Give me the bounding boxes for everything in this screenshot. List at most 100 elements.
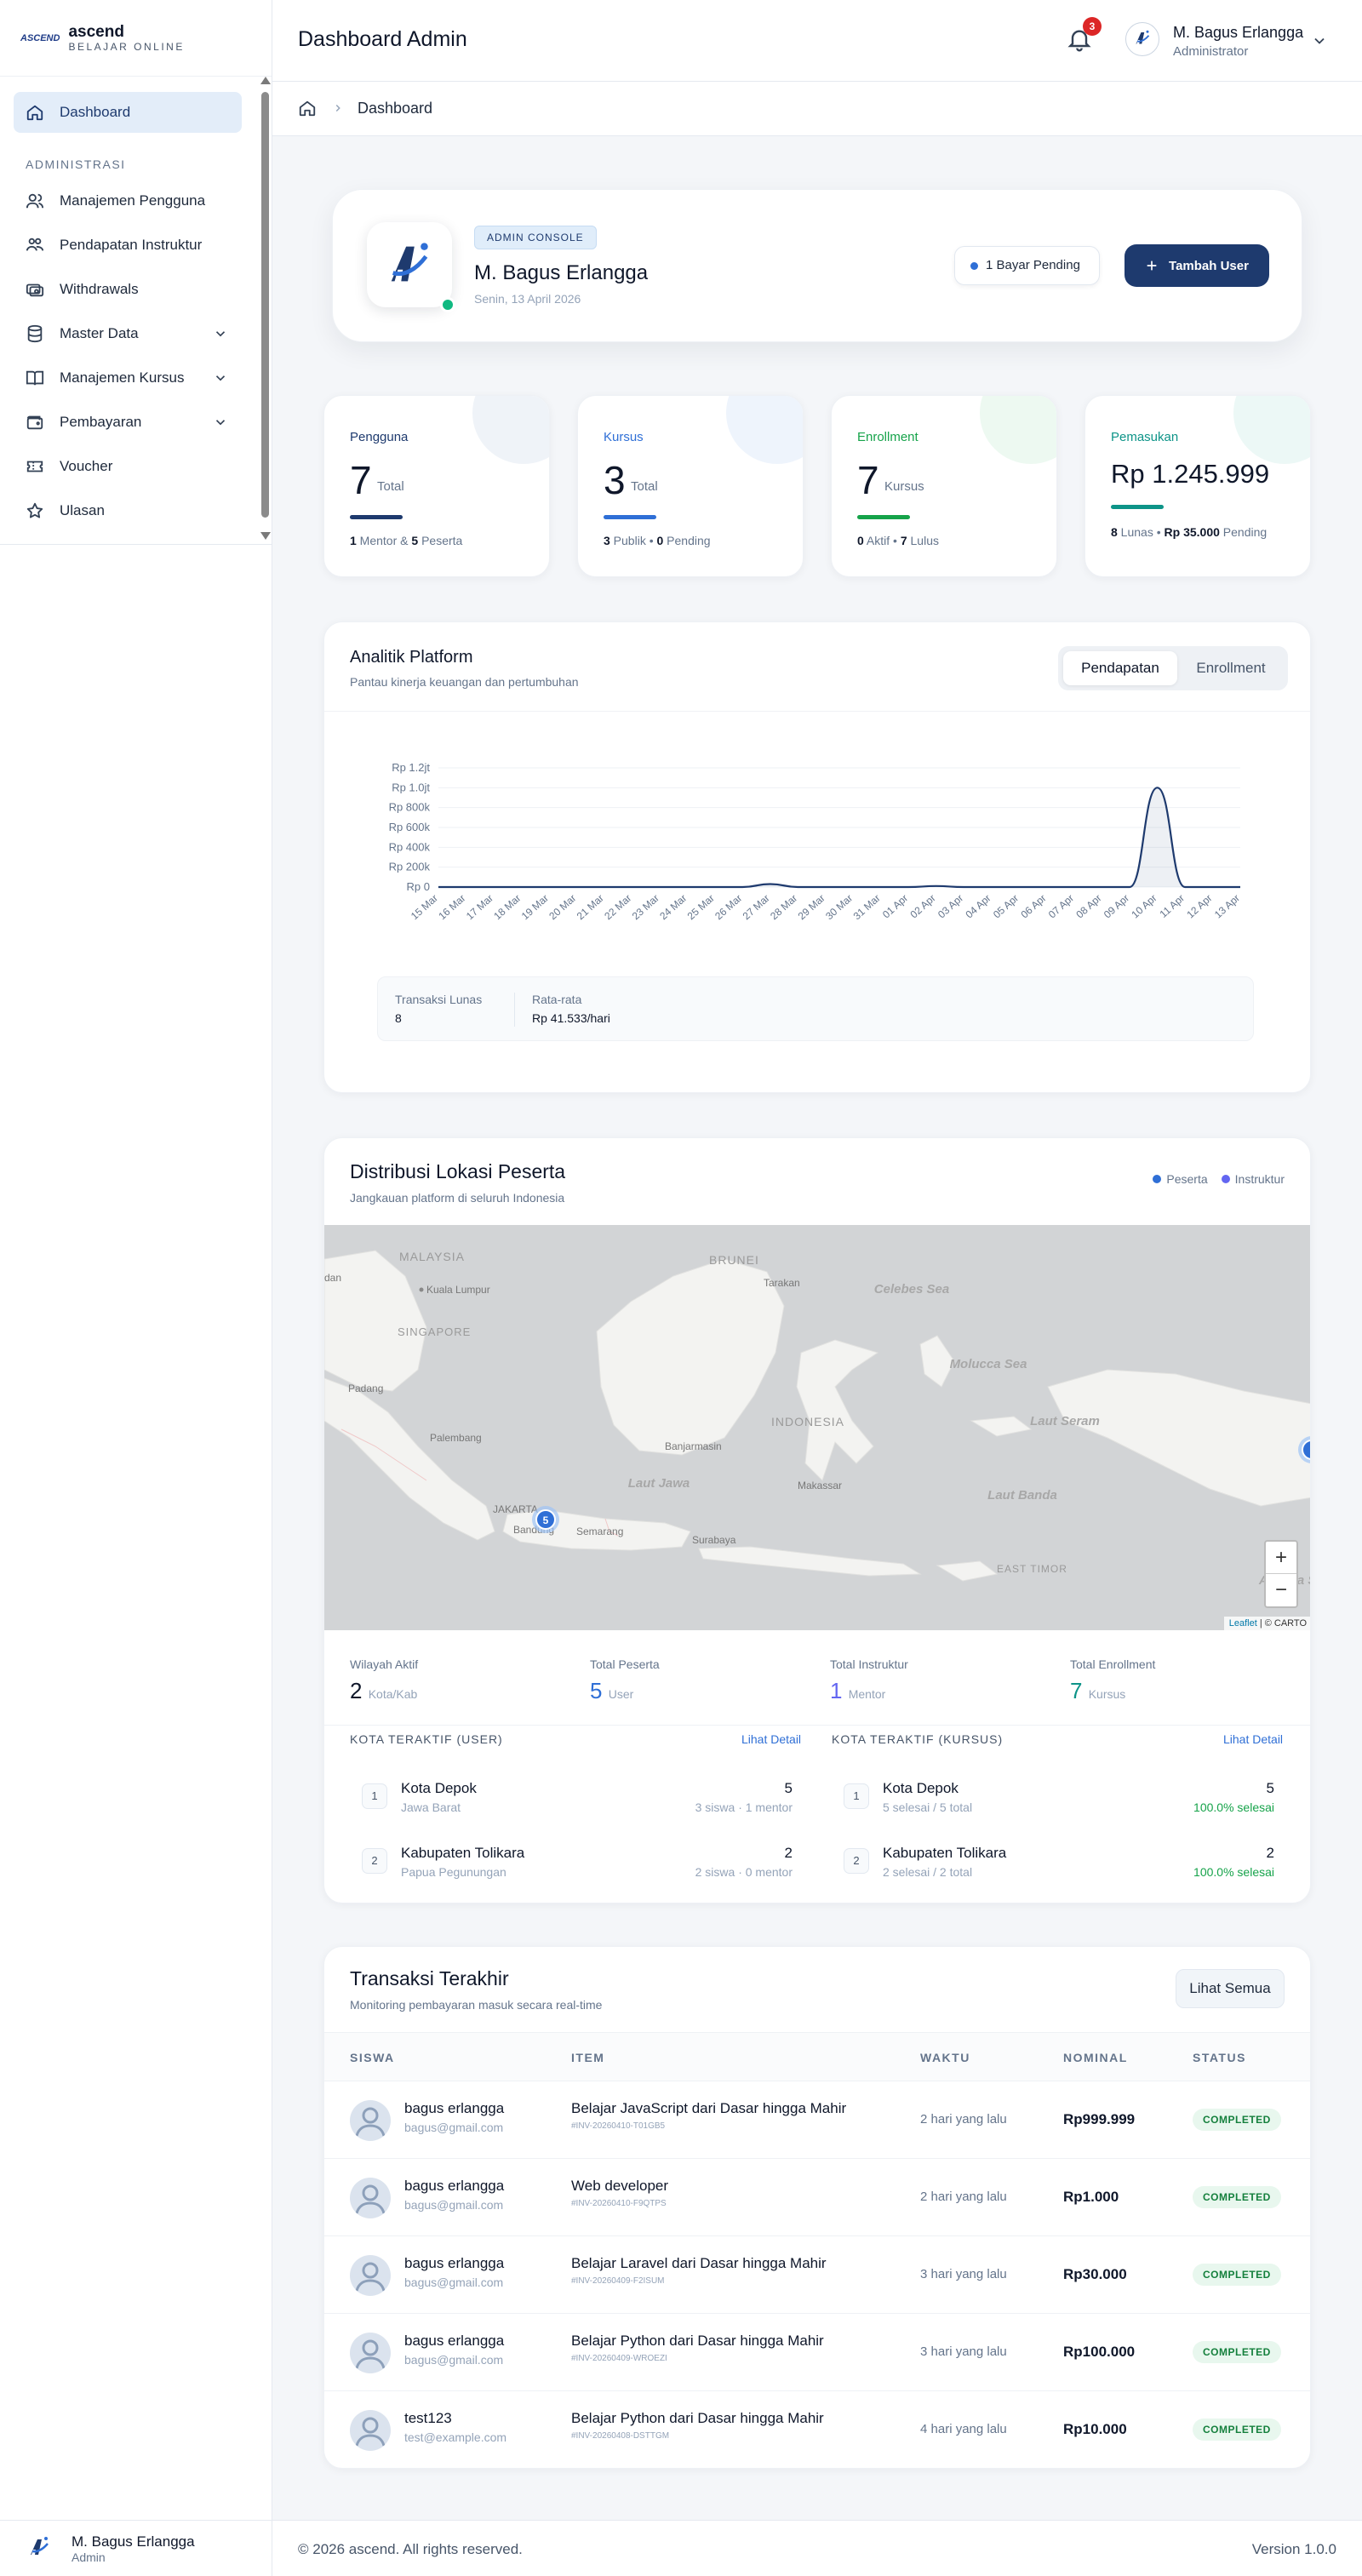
header-user-name[interactable]: M. Bagus Erlangga	[1173, 24, 1303, 42]
course-cities-detail-link[interactable]: Lihat Detail	[1223, 1732, 1283, 1746]
tab-enrollment[interactable]: Enrollment	[1179, 651, 1283, 685]
scrollbar-thumb[interactable]	[261, 92, 269, 518]
table-header: SISWA ITEM WAKTU NOMINAL STATUS	[324, 2032, 1310, 2081]
stat-card-enrollment: Enrollment 7 Kursus 0 Aktif • 7 Lulus	[831, 395, 1057, 577]
transaction-amount: Rp30.000	[1063, 2266, 1127, 2282]
sidebar-user[interactable]: M. Bagus Erlangga Admin	[0, 2520, 272, 2576]
table-row[interactable]: test123 test@example.com Belajar Python da…	[324, 2391, 1310, 2468]
pending-payment-button[interactable]: 1 Bayar Pending	[954, 246, 1100, 285]
map-label-surabaya: Surabaya	[692, 1534, 736, 1546]
stat-card-users: Pengguna 7 Total 1 Mentor & 5 Peserta	[323, 395, 550, 577]
chevron-down-icon[interactable]	[1311, 32, 1328, 54]
sidebar-item-master-data[interactable]: Master Data	[14, 313, 242, 354]
x-tick-label: 16 Mar	[436, 892, 467, 922]
ascend-logo-icon	[26, 2533, 53, 2564]
table-row[interactable]: bagus erlangga bagus@gmail.com Web develop…	[324, 2159, 1310, 2236]
footer: © 2026 ascend. All rights reserved. Vers…	[272, 2520, 1362, 2576]
leaflet-link[interactable]: Leaflet	[1229, 1618, 1257, 1629]
x-tick-label: 01 Apr	[880, 892, 910, 921]
list-item[interactable]: 1 Kota Depok Jawa Barat 5 3 siswa · 1 me…	[350, 1775, 793, 1826]
stat-accent-bar	[1111, 505, 1164, 509]
user-cities-detail-link[interactable]: Lihat Detail	[741, 1732, 801, 1746]
home-icon[interactable]	[298, 99, 317, 122]
sidebar-item-withdrawals[interactable]: Withdrawals	[14, 269, 242, 310]
course-cities-heading: KOTA TERAKTIF (KURSUS)	[832, 1732, 1004, 1746]
map-land-sumatra	[324, 1377, 495, 1541]
invoice-number: #INV-20260409-F2ISUM	[571, 2276, 665, 2286]
sidebar-item-dashboard[interactable]: Dashboard	[14, 92, 242, 133]
status-badge: COMPLETED	[1193, 2109, 1281, 2131]
sidebar-user-role: Admin	[72, 2550, 106, 2564]
sidebar-item-courses[interactable]: Manajemen Kursus	[14, 358, 242, 398]
x-tick-label: 03 Apr	[936, 892, 965, 921]
x-tick-label: 30 Mar	[823, 892, 855, 922]
map-view[interactable]: MALAYSIA BRUNEI INDONESIA EAST TIMOR SIN…	[324, 1225, 1310, 1630]
transactions-card: Transaksi Terakhir Monitoring pembayaran…	[323, 1946, 1311, 2469]
plus-icon	[1145, 259, 1159, 272]
list-item[interactable]: 1 Kota Depok 5 selesai / 5 total 5 100.0…	[832, 1775, 1274, 1826]
version-text: Version 1.0.0	[1251, 2541, 1336, 2557]
map-land-nusa-tenggara	[698, 1546, 922, 1577]
chevron-down-icon	[213, 370, 228, 390]
summary-label: Rata-rata	[532, 993, 582, 1006]
legend-dot-instruktur	[1221, 1175, 1230, 1183]
sidebar-item-users[interactable]: Manajemen Pengguna	[14, 180, 242, 221]
table-row[interactable]: bagus erlangga bagus@gmail.com Belajar Pyt…	[324, 2314, 1310, 2391]
view-all-button[interactable]: Lihat Semua	[1176, 1969, 1285, 2008]
map-cluster-marker[interactable]: 5	[532, 1506, 559, 1533]
x-tick-label: 19 Mar	[519, 892, 551, 922]
avatar[interactable]	[1125, 22, 1159, 56]
brand-logo[interactable]: ASCEND ascend BELAJAR ONLINE	[0, 0, 272, 77]
x-tick-label: 06 Apr	[1018, 892, 1048, 921]
map-label-celebes-sea: Celebes Sea	[874, 1282, 949, 1297]
student-email: test@example.com	[404, 2430, 507, 2444]
zoom-out-button[interactable]: −	[1266, 1574, 1296, 1606]
sidebar-item-instructor-income[interactable]: Pendapatan Instruktur	[14, 225, 242, 266]
x-tick-label: 29 Mar	[796, 892, 827, 922]
decorative-circle	[726, 396, 803, 464]
scroll-down-arrow-icon[interactable]	[260, 532, 271, 540]
transaction-amount: Rp10.000	[1063, 2421, 1127, 2437]
stat-unit: Kursus	[884, 479, 924, 494]
pending-label: 1 Bayar Pending	[986, 258, 1080, 272]
sidebar-scrollbar[interactable]	[260, 77, 271, 545]
course-name: Web developer	[571, 2178, 669, 2194]
analytics-subtitle: Pantau kinerja keuangan dan pertumbuhan	[350, 675, 579, 689]
map-label-singapore: SINGAPORE	[398, 1325, 471, 1338]
transaction-amount: Rp1.000	[1063, 2189, 1119, 2205]
user-cities-heading: KOTA TERAKTIF (USER)	[350, 1732, 503, 1746]
list-item[interactable]: 2 Kabupaten Tolikara Papua Pegunungan 2 …	[350, 1840, 793, 1891]
transactions-subtitle: Monitoring pembayaran masuk secara real-…	[350, 1998, 603, 2012]
map-stat: Total Enrollment 7 Kursus	[1070, 1657, 1156, 1703]
tab-pendapatan[interactable]: Pendapatan	[1063, 651, 1177, 685]
map-land-sulawesi	[796, 1339, 879, 1481]
x-tick-label: 23 Mar	[630, 892, 661, 922]
y-tick-label: Rp 800k	[389, 801, 431, 814]
student-name: bagus erlangga	[404, 2100, 505, 2116]
ascend-logo-icon	[383, 237, 436, 294]
sidebar-item-label: Ulasan	[60, 502, 105, 518]
map-label-makassar: Makassar	[798, 1480, 842, 1491]
add-user-button[interactable]: Tambah User	[1125, 244, 1269, 287]
map-label-banjarmasin: Banjarmasin	[665, 1440, 722, 1452]
stat-accent-bar	[857, 515, 910, 519]
profile-name: M. Bagus Erlangga	[474, 261, 649, 284]
x-tick-label: 15 Mar	[409, 892, 440, 922]
stat-value: 3	[604, 458, 626, 502]
table-row[interactable]: bagus erlangga bagus@gmail.com Belajar Lar…	[324, 2236, 1310, 2314]
x-tick-label: 09 Apr	[1102, 892, 1131, 921]
user-avatar-icon	[350, 2100, 391, 2141]
sidebar-item-reviews[interactable]: Ulasan	[14, 490, 242, 531]
list-item[interactable]: 2 Kabupaten Tolikara 2 selesai / 2 total…	[832, 1840, 1274, 1891]
sidebar-item-payments[interactable]: Pembayaran	[14, 402, 242, 443]
sidebar-item-voucher[interactable]: Voucher	[14, 446, 242, 487]
x-tick-label: 07 Apr	[1046, 892, 1076, 921]
map-stat: Wilayah Aktif 2 Kota/Kab	[350, 1657, 419, 1703]
zoom-in-button[interactable]: +	[1266, 1542, 1296, 1574]
student-name: bagus erlangga	[404, 2178, 505, 2194]
table-row[interactable]: bagus erlangga bagus@gmail.com Belajar Jav…	[324, 2081, 1310, 2159]
stat-label: Pengguna	[350, 430, 409, 444]
invoice-number: #INV-20260410-F9QTPS	[571, 2199, 667, 2208]
scroll-up-arrow-icon[interactable]	[260, 77, 271, 84]
map-label-dan: dan	[324, 1272, 341, 1284]
